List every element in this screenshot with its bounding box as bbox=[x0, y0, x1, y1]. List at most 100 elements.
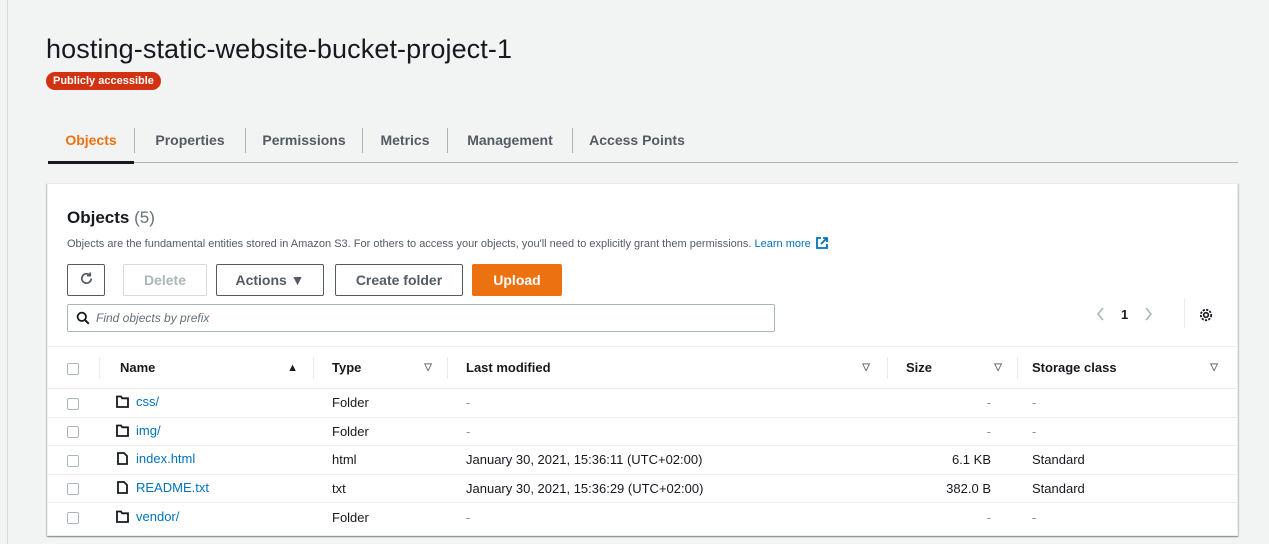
column-header-storage-class[interactable]: Storage class ▽ bbox=[1018, 346, 1237, 389]
gear-icon bbox=[1198, 307, 1214, 323]
column-header-last-modified-label: Last modified bbox=[466, 360, 551, 375]
column-header-type[interactable]: Type ▽ bbox=[314, 346, 448, 389]
object-name-link[interactable]: index.html bbox=[136, 451, 195, 466]
sort-icon[interactable]: ▽ bbox=[424, 362, 432, 373]
file-icon bbox=[116, 480, 129, 497]
object-name-link[interactable]: css/ bbox=[136, 394, 159, 409]
public-access-badge: Publicly accessible bbox=[46, 72, 161, 90]
actions-dropdown[interactable]: Actions ▼ bbox=[216, 264, 324, 296]
page-title: hosting-static-website-bucket-project-1 bbox=[46, 34, 513, 64]
sort-icon[interactable]: ▽ bbox=[994, 362, 1002, 373]
folder-icon bbox=[116, 395, 129, 411]
type-cell: Folder bbox=[314, 417, 448, 446]
table-row[interactable]: img/ Folder - - - bbox=[48, 417, 1237, 446]
storage-class-cell: - bbox=[1032, 509, 1037, 525]
learn-more-link[interactable]: Learn more bbox=[755, 238, 811, 250]
storage-class-cell: - bbox=[1018, 417, 1237, 446]
settings-button[interactable] bbox=[1198, 307, 1214, 323]
name-cell: index.html bbox=[100, 445, 314, 475]
row-checkbox[interactable] bbox=[67, 426, 79, 439]
refresh-button[interactable] bbox=[67, 264, 105, 296]
file-icon bbox=[116, 452, 129, 468]
objects-count: (5) bbox=[134, 208, 155, 227]
column-header-name-label: Name bbox=[120, 360, 156, 375]
external-link-icon[interactable] bbox=[815, 236, 829, 253]
type-cell: html bbox=[314, 445, 448, 475]
column-header-size[interactable]: Size ▽ bbox=[888, 346, 1018, 389]
sort-icon[interactable]: ▽ bbox=[1210, 362, 1218, 373]
objects-table: Name ▲ Type ▽ Last modified ▽ Size ▽ Storage… bbox=[48, 346, 1237, 531]
objects-heading-label: Objects bbox=[67, 208, 130, 227]
next-page-icon[interactable] bbox=[1142, 306, 1154, 322]
last-modified-cell: - bbox=[466, 509, 471, 525]
column-header-last-modified[interactable]: Last modified ▽ bbox=[448, 346, 888, 389]
last-modified-cell: January 30, 2021, 15:36:11 (UTC+02:00) bbox=[448, 445, 888, 475]
search-icon bbox=[76, 311, 90, 325]
table-row[interactable]: README.txt txt January 30, 2021, 15:36:2… bbox=[48, 474, 1237, 503]
select-all-cell bbox=[48, 346, 100, 389]
size-cell: - bbox=[888, 388, 1018, 418]
tab-metrics[interactable]: Metrics bbox=[363, 118, 447, 162]
delete-button[interactable]: Delete bbox=[123, 264, 207, 296]
tab-permissions[interactable]: Permissions bbox=[246, 118, 362, 162]
type-cell: Folder bbox=[314, 388, 448, 418]
create-folder-button[interactable]: Create folder bbox=[335, 264, 463, 296]
last-modified-cell: - bbox=[448, 388, 888, 418]
prev-page-icon[interactable] bbox=[1095, 306, 1107, 322]
row-select-cell bbox=[48, 503, 100, 532]
search-input[interactable] bbox=[96, 311, 736, 325]
last-modified-cell: January 30, 2021, 15:36:29 (UTC+02:00) bbox=[448, 474, 888, 503]
row-checkbox[interactable] bbox=[67, 397, 79, 410]
storage-class-cell: Standard bbox=[1018, 445, 1237, 475]
storage-class-cell: - bbox=[1018, 388, 1237, 418]
size-cell: 382.0 B bbox=[888, 474, 1018, 503]
row-checkbox[interactable] bbox=[67, 512, 79, 525]
sort-ascending-icon[interactable]: ▲ bbox=[287, 362, 298, 374]
table-row[interactable]: css/ Folder - - - bbox=[48, 388, 1237, 418]
size-cell: - bbox=[888, 417, 1018, 446]
search-box bbox=[67, 304, 775, 332]
column-header-type-label: Type bbox=[332, 360, 362, 375]
size-cell: - bbox=[986, 509, 991, 525]
tab-objects[interactable]: Objects bbox=[48, 118, 134, 164]
column-header-name[interactable]: Name ▲ bbox=[100, 346, 314, 389]
folder-icon bbox=[116, 510, 129, 526]
row-select-cell bbox=[48, 474, 100, 503]
name-cell: vendor/ bbox=[100, 503, 314, 532]
row-checkbox[interactable] bbox=[67, 483, 79, 496]
select-all-checkbox[interactable] bbox=[67, 362, 79, 375]
name-cell: img/ bbox=[100, 417, 314, 446]
tab-properties[interactable]: Properties bbox=[135, 118, 245, 162]
objects-description-text: Objects are the fundamental entities sto… bbox=[67, 238, 752, 250]
row-select-cell bbox=[48, 417, 100, 446]
last-modified-cell: - bbox=[448, 417, 888, 446]
name-cell: css/ bbox=[100, 388, 314, 418]
table-row[interactable]: vendor/ Folder - - - bbox=[48, 503, 1237, 532]
object-name-link[interactable]: img/ bbox=[136, 423, 161, 438]
column-header-size-label: Size bbox=[906, 360, 933, 375]
objects-heading: Objects (5) bbox=[67, 208, 155, 228]
folder-icon bbox=[116, 424, 129, 440]
column-header-storage-class-label: Storage class bbox=[1032, 360, 1117, 375]
tab-management[interactable]: Management bbox=[448, 118, 572, 162]
objects-description: Objects are the fundamental entities sto… bbox=[67, 236, 829, 253]
tab-access-points[interactable]: Access Points bbox=[573, 118, 701, 162]
current-page[interactable]: 1 bbox=[1121, 307, 1128, 322]
pagination: 1 bbox=[1095, 306, 1154, 322]
pager-divider bbox=[1184, 298, 1185, 328]
upload-button[interactable]: Upload bbox=[472, 264, 562, 296]
name-cell: README.txt bbox=[100, 474, 314, 503]
row-select-cell bbox=[48, 388, 100, 418]
type-cell: Folder bbox=[332, 509, 369, 525]
row-select-cell bbox=[48, 445, 100, 475]
sort-icon[interactable]: ▽ bbox=[862, 362, 870, 373]
refresh-icon bbox=[79, 271, 94, 289]
objects-panel: Objects (5) Objects are the fundamental … bbox=[47, 183, 1238, 536]
storage-class-cell: Standard bbox=[1018, 474, 1237, 503]
row-checkbox[interactable] bbox=[67, 454, 79, 467]
object-name-link[interactable]: README.txt bbox=[136, 480, 209, 495]
table-row[interactable]: index.html html January 30, 2021, 15:36:… bbox=[48, 445, 1237, 475]
size-cell: 6.1 KB bbox=[888, 445, 1018, 475]
object-name-link[interactable]: vendor/ bbox=[136, 509, 179, 524]
bucket-tabs: Objects Properties Permissions Metrics M… bbox=[48, 118, 1238, 164]
